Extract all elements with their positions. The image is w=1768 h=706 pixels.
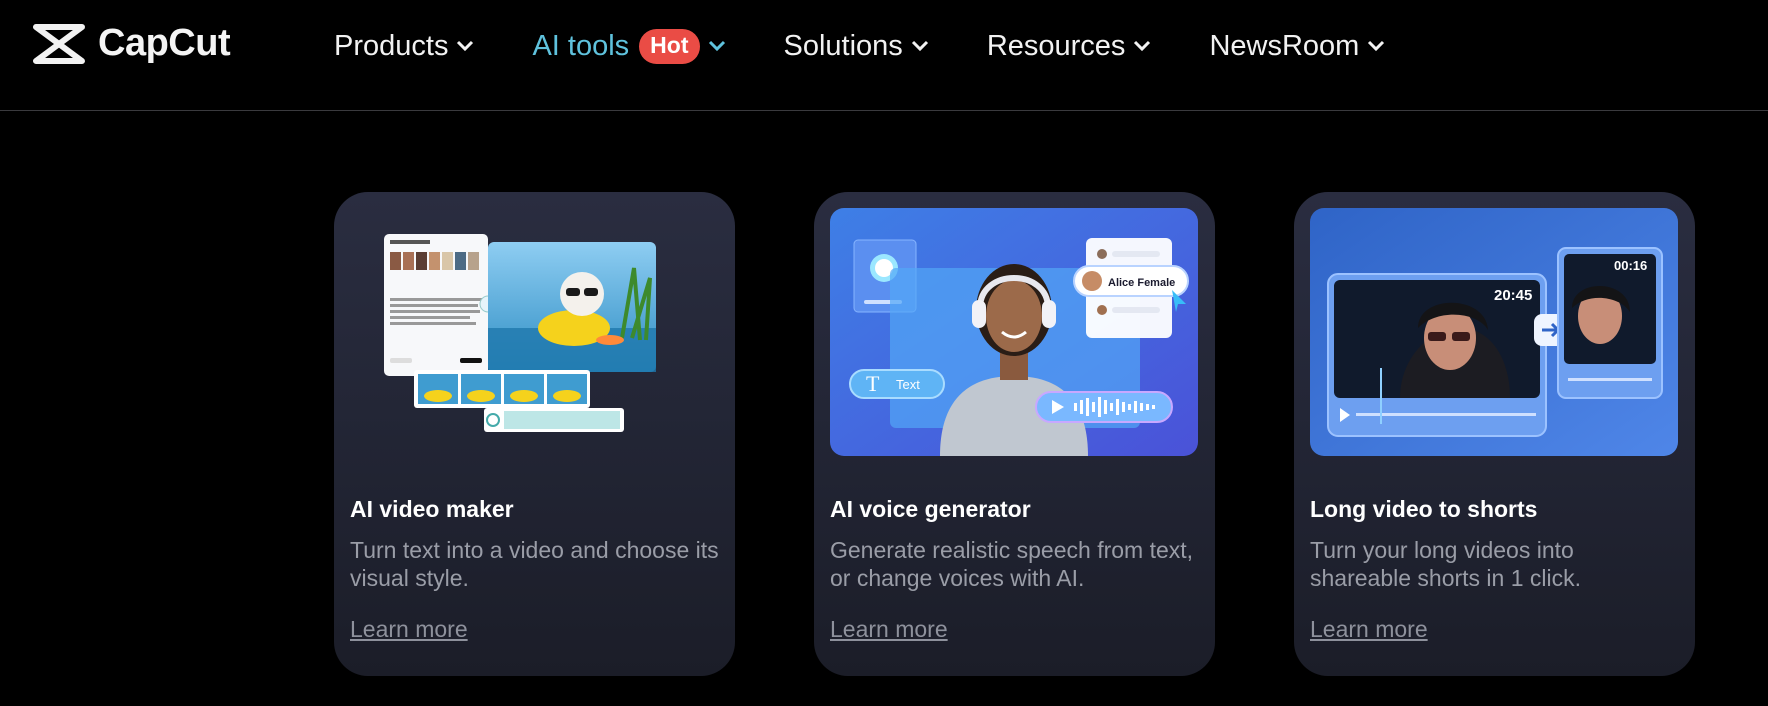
nav-item-products[interactable]: Products bbox=[334, 30, 474, 63]
chevron-down-icon bbox=[708, 40, 725, 52]
nav-item-resources[interactable]: Resources bbox=[987, 30, 1152, 63]
long-video-timestamp: 20:45 bbox=[1494, 287, 1532, 304]
card-title: AI voice generator bbox=[830, 496, 1031, 522]
card-description: Generate realistic speech from text, or … bbox=[830, 537, 1194, 591]
brand-name: CapCut bbox=[98, 22, 231, 64]
long-video-to-shorts-illustration: 20:45 00:16 bbox=[1310, 208, 1678, 456]
feature-card-long-video-to-shorts[interactable]: 20:45 00:16 Long video to shorts Turn yo… bbox=[1294, 192, 1695, 676]
feature-card-ai-video-maker[interactable]: AI video maker Turn text into a video an… bbox=[334, 192, 735, 676]
learn-more-link[interactable]: Learn more bbox=[830, 616, 948, 643]
ai-voice-generator-illustration: Alice Female T Text bbox=[830, 208, 1198, 456]
card-title: AI video maker bbox=[350, 496, 514, 522]
capcut-logo[interactable]: CapCut bbox=[32, 22, 231, 65]
shorts-mockup-image: 20:45 00:16 bbox=[1310, 208, 1678, 456]
nav-label: Solutions bbox=[783, 29, 903, 62]
nav-label: AI tools bbox=[532, 29, 630, 62]
card-description: Turn text into a video and choose its vi… bbox=[350, 537, 719, 591]
nav-item-solutions[interactable]: Solutions bbox=[784, 30, 929, 63]
voice-option-name: Alice Female bbox=[1108, 277, 1175, 289]
nav-label: Resources bbox=[986, 29, 1126, 62]
capcut-logo-icon bbox=[33, 23, 85, 64]
hot-badge: Hot bbox=[639, 28, 700, 64]
chevron-down-icon bbox=[1368, 40, 1385, 52]
ai-video-maker-illustration bbox=[350, 208, 718, 456]
top-header: CapCut Products AI tools Hot Solutions R… bbox=[0, 0, 1768, 111]
chevron-down-icon bbox=[457, 40, 474, 52]
chevron-down-icon bbox=[911, 40, 928, 52]
learn-more-link[interactable]: Learn more bbox=[1310, 616, 1428, 643]
short-video-timestamp: 00:16 bbox=[1614, 258, 1647, 273]
nav-item-ai-tools[interactable]: AI tools Hot bbox=[532, 28, 725, 64]
svg-text:T: T bbox=[866, 371, 880, 396]
nav-label: NewsRoom bbox=[1209, 29, 1360, 62]
nav-label: Products bbox=[334, 29, 449, 62]
feature-card-ai-voice-generator[interactable]: Alice Female T Text AI voice generator G… bbox=[814, 192, 1215, 676]
card-title: Long video to shorts bbox=[1310, 496, 1538, 522]
learn-more-link[interactable]: Learn more bbox=[350, 616, 468, 643]
voice-generator-mockup-image: Alice Female T Text bbox=[830, 208, 1198, 456]
card-description: Turn your long videos into shareable sho… bbox=[1310, 537, 1582, 591]
nav-item-newsroom[interactable]: NewsRoom bbox=[1209, 30, 1385, 63]
text-chip-label: Text bbox=[896, 377, 920, 392]
video-editor-mockup-image bbox=[384, 234, 656, 432]
chevron-down-icon bbox=[1134, 40, 1151, 52]
main-nav: Products AI tools Hot Solutions Resource… bbox=[334, 26, 1385, 66]
